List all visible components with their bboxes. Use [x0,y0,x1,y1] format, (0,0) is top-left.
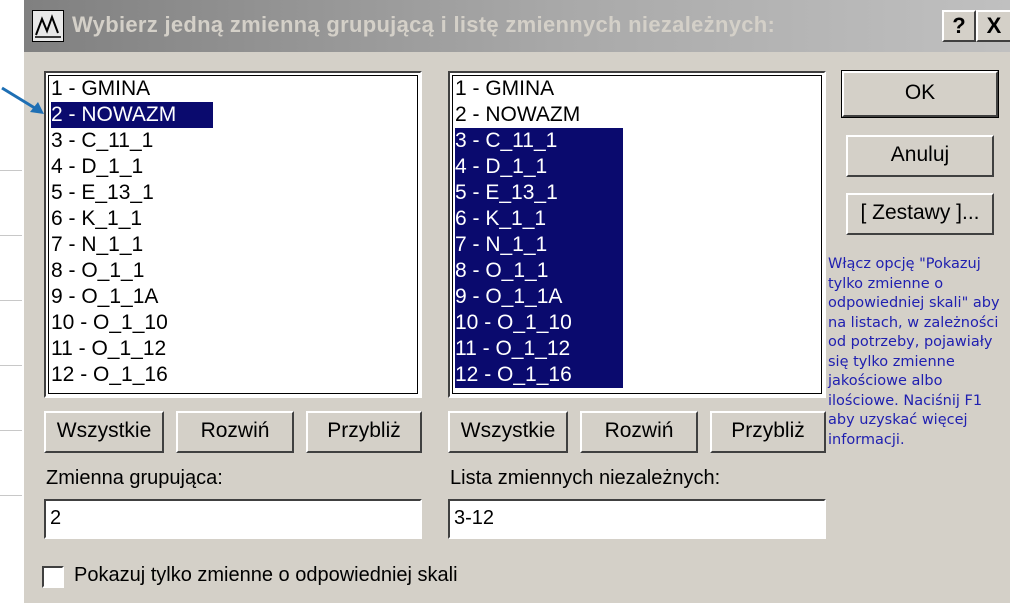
list-item-label: 1 - GMINA [455,77,555,100]
list-item-label: 12 - O_1_16 [51,363,168,386]
hint-text: Włącz opcję "Pokazuj tylko zmienne o odp… [828,256,1000,448]
list-item-label: 11 - O_1_12 [455,336,623,362]
ok-button[interactable]: OK [841,70,999,118]
list-item-label: 10 - O_1_10 [51,311,168,334]
list-item-label: 3 - C_11_1 [455,128,623,154]
dialog-title: Wybierz jedną zmienną grupującą i listę … [72,12,776,37]
list-item[interactable]: 5 - E_13_1 [49,180,417,206]
list-item-label: 7 - N_1_1 [51,233,144,256]
right-select-all-button[interactable]: Wszystkie [448,411,568,453]
list-item[interactable]: 8 - O_1_1 [453,258,821,284]
left-expand-button[interactable]: Rozwiń [176,411,294,453]
left-select-all-button[interactable]: Wszystkie [44,411,164,453]
list-item[interactable]: 8 - O_1_1 [49,258,417,284]
help-button[interactable]: ? [942,10,976,42]
list-item[interactable]: 11 - O_1_12 [453,336,821,362]
list-item[interactable]: 12 - O_1_16 [49,362,417,388]
list-item[interactable]: 2 - NOWAZM [49,102,417,128]
grouping-variable-label: Zmienna grupująca: [46,467,223,489]
list-item-label: 8 - O_1_1 [455,258,623,284]
list-item[interactable]: 4 - D_1_1 [49,154,417,180]
independent-variables-field[interactable]: 3-12 [448,499,826,539]
grouping-variable-list-items[interactable]: 1 - GMINA 2 - NOWAZM 3 - C_11_1 4 - D_1_1 5 … [48,75,418,394]
list-item-label: 10 - O_1_10 [455,310,623,336]
list-item-label: 12 - O_1_16 [455,362,623,388]
list-item-label: 9 - O_1_1A [51,285,159,308]
sets-button[interactable]: [ Zestawy ]... [846,193,994,235]
scale-filter-checkbox-label[interactable]: Pokazuj tylko zmienne o odpowiedniej ska… [74,564,458,587]
grouping-variable-list[interactable]: 1 - GMINA 2 - NOWAZM 3 - C_11_1 4 - D_1_1 5 … [44,71,422,398]
list-item-label: 2 - NOWAZM [455,103,581,126]
list-item[interactable]: 3 - C_11_1 [453,128,821,154]
list-item[interactable]: 5 - E_13_1 [453,180,821,206]
divider [0,365,24,366]
list-item-label: 6 - K_1_1 [455,206,623,232]
list-item-label: 3 - C_11_1 [51,129,154,152]
left-zoom-button[interactable]: Przybliż [306,411,422,453]
list-item[interactable]: 2 - NOWAZM [453,102,821,128]
list-item[interactable]: 11 - O_1_12 [49,336,417,362]
list-item[interactable]: 3 - C_11_1 [49,128,417,154]
statistics-app-icon [32,10,64,42]
close-button[interactable]: X [976,10,1010,42]
list-item[interactable]: 12 - O_1_16 [453,362,821,388]
list-item[interactable]: 6 - K_1_1 [49,206,417,232]
list-item-label: 5 - E_13_1 [455,180,623,206]
list-item[interactable]: 9 - O_1_1A [453,284,821,310]
list-item-label: 4 - D_1_1 [455,154,623,180]
list-item-label: 2 - NOWAZM [51,102,213,128]
list-item[interactable]: 10 - O_1_10 [453,310,821,336]
independent-variables-label: Lista zmiennych niezależnych: [450,467,721,489]
list-item[interactable]: 1 - GMINA [49,76,417,102]
grouping-variable-field[interactable]: 2 [44,499,422,539]
list-item-label: 8 - O_1_1 [51,259,145,282]
list-item[interactable]: 10 - O_1_10 [49,310,417,336]
divider [0,495,24,496]
divider [0,300,24,301]
independent-variables-list-items[interactable]: 1 - GMINA 2 - NOWAZM 3 - C_11_1 4 - D_1_1 5 … [452,75,822,394]
list-item[interactable]: 7 - N_1_1 [49,232,417,258]
list-item[interactable]: 9 - O_1_1A [49,284,417,310]
scale-filter-checkbox[interactable] [42,566,64,588]
list-item-label: 11 - O_1_12 [51,337,167,360]
right-expand-button[interactable]: Rozwiń [580,411,698,453]
independent-variables-list[interactable]: 1 - GMINA 2 - NOWAZM 3 - C_11_1 4 - D_1_1 5 … [448,71,826,398]
list-item[interactable]: 1 - GMINA [453,76,821,102]
list-item-label: 7 - N_1_1 [455,232,623,258]
divider [0,235,24,236]
divider [0,170,24,171]
list-item-label: 5 - E_13_1 [51,181,154,204]
right-zoom-button[interactable]: Przybliż [710,411,826,453]
list-item-label: 4 - D_1_1 [51,155,144,178]
dialog-titlebar[interactable]: Wybierz jedną zmienną grupującą i listę … [24,0,1010,52]
annotation-arrow-icon [1,86,44,114]
list-item-label: 6 - K_1_1 [51,207,143,230]
list-item-label: 9 - O_1_1A [455,284,623,310]
divider [0,430,24,431]
list-item[interactable]: 7 - N_1_1 [453,232,821,258]
list-item[interactable]: 6 - K_1_1 [453,206,821,232]
list-item[interactable]: 4 - D_1_1 [453,154,821,180]
variable-selection-dialog: Wybierz jedną zmienną grupującą i listę … [22,0,1010,603]
cancel-button[interactable]: Anuluj [846,135,994,177]
list-item-label: 1 - GMINA [51,77,151,100]
